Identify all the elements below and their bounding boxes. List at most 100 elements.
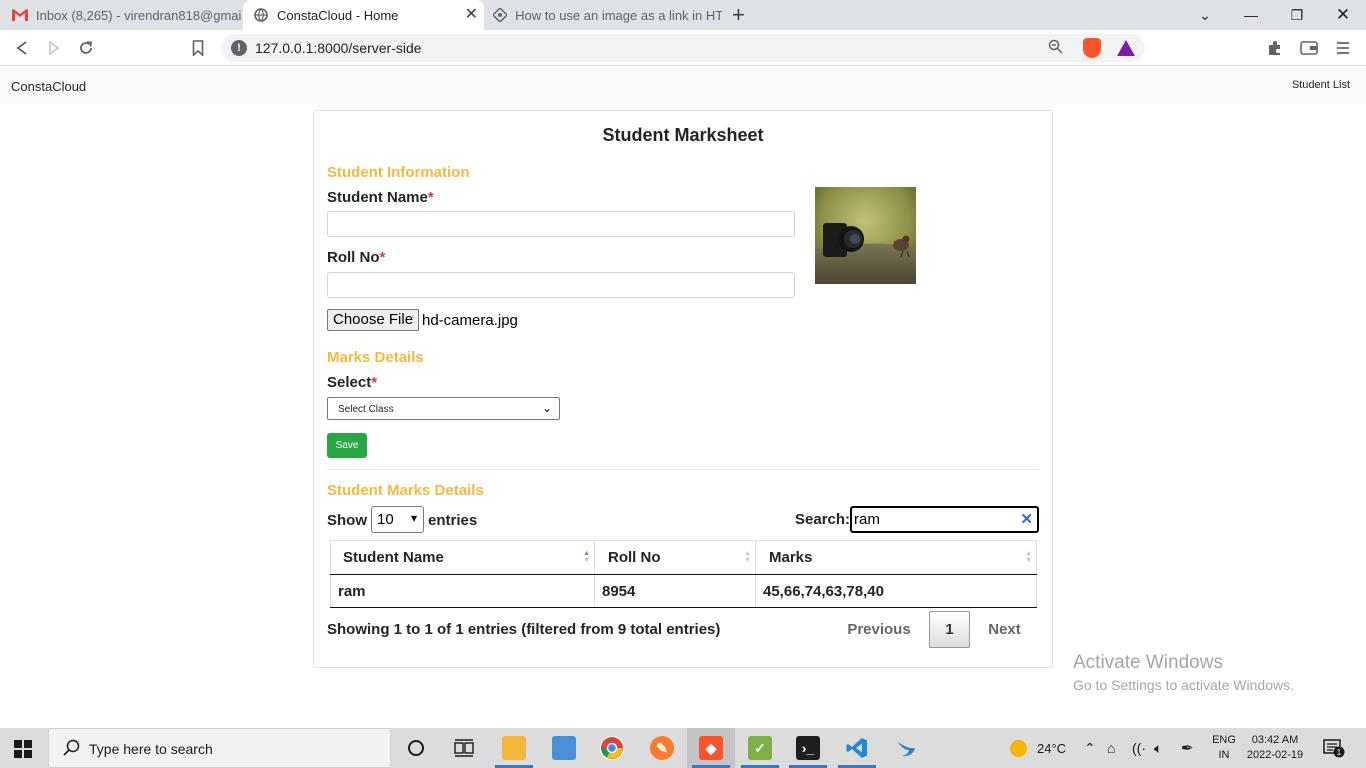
column-header-marks[interactable]: Marks ▲ ▼ xyxy=(755,540,1037,575)
marks-table-heading: Student Marks Details xyxy=(327,482,484,499)
column-header-roll-no[interactable]: Roll No ▲ ▼ xyxy=(594,540,756,575)
notifications-icon[interactable]: 1 xyxy=(1323,728,1345,768)
tab-title: Inbox (8,265) - virendran818@gmail.co xyxy=(36,7,242,23)
menu-icon[interactable] xyxy=(1333,38,1353,58)
cell-student-name: ram xyxy=(330,574,595,608)
choose-file-button[interactable]: Choose File xyxy=(327,309,420,331)
clear-search-icon[interactable]: ✕ xyxy=(1020,510,1033,528)
zoom-icon[interactable] xyxy=(1048,39,1063,58)
address-bar[interactable]: ! 127.0.0.1:8000/server-side xyxy=(221,34,1145,62)
pencil-app-icon[interactable]: ✎ xyxy=(650,736,674,760)
clock-date: 2022-02-19 xyxy=(1246,749,1304,761)
site-navbar: ConstaCloud Student List xyxy=(0,67,1366,104)
roll-no-label: Roll No* xyxy=(327,249,386,266)
pen-workspace-icon[interactable]: ✒︎ xyxy=(1181,728,1194,768)
notepad-icon[interactable]: ✓ xyxy=(748,736,772,760)
wifi-icon[interactable]: ((· xyxy=(1132,728,1146,768)
sort-icon: ▲ ▼ xyxy=(583,550,590,564)
site-info-icon[interactable]: ! xyxy=(231,40,247,56)
selected-file-name: hd-camera.jpg xyxy=(422,312,518,329)
clock-time: 03:42 AM xyxy=(1251,734,1299,746)
language-indicator[interactable]: ENG IN xyxy=(1211,728,1237,768)
url-text: 127.0.0.1:8000/server-side xyxy=(255,40,422,56)
back-icon[interactable] xyxy=(12,38,32,58)
save-button[interactable]: Save xyxy=(327,433,367,458)
show-label: Show xyxy=(327,512,367,529)
file-explorer-icon[interactable] xyxy=(502,736,526,760)
marksheet-card: Student Marksheet Student Information St… xyxy=(313,110,1053,668)
terminal-icon[interactable]: ›_ xyxy=(796,736,820,760)
marks-table: Student Name ▲ ▼ Roll No ▲ ▼ Marks ▲ ▼ ram … xyxy=(330,540,1037,608)
search-icon xyxy=(63,739,80,761)
minimize-icon[interactable]: — xyxy=(1228,0,1274,30)
globe-icon xyxy=(253,7,269,23)
region-code: IN xyxy=(1218,749,1230,761)
student-photo-preview xyxy=(815,187,916,284)
sort-icon: ▲ ▼ xyxy=(1025,550,1032,564)
page-1-button[interactable]: 1 xyxy=(929,611,970,648)
activate-windows-subtitle: Go to Settings to activate Windows. xyxy=(1073,677,1294,693)
student-name-input[interactable] xyxy=(327,211,795,237)
cortana-icon[interactable] xyxy=(404,736,428,760)
bookmark-icon[interactable] xyxy=(188,38,208,58)
tab-gmail-inbox[interactable]: Inbox (8,265) - virendran818@gmail.co xyxy=(0,0,242,30)
student-list-link[interactable]: Student List xyxy=(1292,79,1350,91)
tab-image-link-article[interactable]: How to use an image as a link in HTM xyxy=(486,0,722,30)
page-length-select[interactable]: 10 ▾ xyxy=(371,506,424,533)
page-length-value: 10 xyxy=(377,511,394,528)
cell-roll-no: 8954 xyxy=(594,574,756,608)
tab-search-chevron-icon[interactable]: ⌄ xyxy=(1182,0,1228,30)
cell-marks: 45,66,74,63,78,40 xyxy=(755,574,1037,608)
volume-icon[interactable]: 🔈︎ xyxy=(1154,728,1162,768)
roll-no-input[interactable] xyxy=(327,272,795,298)
weather-widget[interactable]: 24°C xyxy=(1010,728,1066,768)
wallet-icon[interactable] xyxy=(1299,38,1319,58)
brave-shields-icon[interactable] xyxy=(1083,38,1101,58)
next-page-button[interactable]: Next xyxy=(977,611,1032,648)
close-window-icon[interactable]: ✕ xyxy=(1320,0,1366,30)
taskbar-search-box[interactable]: Type here to search xyxy=(48,728,391,768)
forward-icon[interactable] xyxy=(44,38,64,58)
student-info-heading: Student Information xyxy=(327,164,470,181)
activate-windows-title: Activate Windows xyxy=(1073,652,1223,673)
vscode-icon[interactable] xyxy=(845,736,869,760)
previous-page-button[interactable]: Previous xyxy=(836,611,922,648)
windows-taskbar: Type here to search ✎ ◆ ✓ ›_ 24°C ⌃ ⌂ ((… xyxy=(0,728,1366,768)
chevron-down-icon: ▾ xyxy=(410,511,417,525)
table-info: Showing 1 to 1 of 1 entries (filtered fr… xyxy=(327,621,721,638)
language-code: ENG xyxy=(1212,734,1236,746)
gmail-icon xyxy=(12,7,28,23)
extensions-icon[interactable] xyxy=(1265,38,1285,58)
task-view-icon[interactable] xyxy=(452,736,476,760)
swift-app-icon[interactable] xyxy=(895,736,919,760)
clock[interactable]: 03:42 AM 2022-02-19 xyxy=(1246,728,1304,768)
browser-toolbar: ! 127.0.0.1:8000/server-side xyxy=(0,30,1366,66)
tab-title: How to use an image as a link in HTM xyxy=(515,7,722,23)
marks-details-heading: Marks Details xyxy=(327,349,424,366)
windows-start-icon[interactable] xyxy=(14,740,32,758)
restore-icon[interactable]: ❐ xyxy=(1274,0,1320,30)
entries-label: entries xyxy=(428,512,478,529)
site-brand[interactable]: ConstaCloud xyxy=(11,79,86,94)
column-header-student-name[interactable]: Student Name ▲ ▼ xyxy=(330,540,595,575)
chrome-icon[interactable] xyxy=(600,736,624,760)
notification-count: 1 xyxy=(1337,748,1342,757)
this-pc-icon[interactable] xyxy=(552,736,576,760)
close-tab-icon[interactable]: ✕ xyxy=(465,6,478,24)
brave-rewards-icon[interactable] xyxy=(1117,40,1135,56)
network-device-icon[interactable]: ⌂ xyxy=(1107,728,1115,768)
student-name-label: Student Name* xyxy=(327,189,434,206)
reload-icon[interactable] xyxy=(76,38,96,58)
tab-constacloud-home[interactable]: ConstaCloud - Home ✕ xyxy=(243,0,484,30)
taskbar-search-placeholder: Type here to search xyxy=(89,741,213,757)
new-tab-button[interactable]: + xyxy=(732,3,745,27)
search-label: Search: xyxy=(795,511,851,528)
section-divider xyxy=(327,469,1039,470)
site-icon xyxy=(492,7,507,23)
brave-browser-icon[interactable]: ◆ xyxy=(699,736,723,760)
show-hidden-icons-chevron-icon[interactable]: ⌃ xyxy=(1084,728,1096,768)
search-input[interactable]: ram ✕ xyxy=(850,506,1039,533)
class-select[interactable]: Select Class ⌄ xyxy=(327,397,560,420)
class-select-value: Select Class xyxy=(338,404,394,415)
sort-icon: ▲ ▼ xyxy=(744,550,751,564)
